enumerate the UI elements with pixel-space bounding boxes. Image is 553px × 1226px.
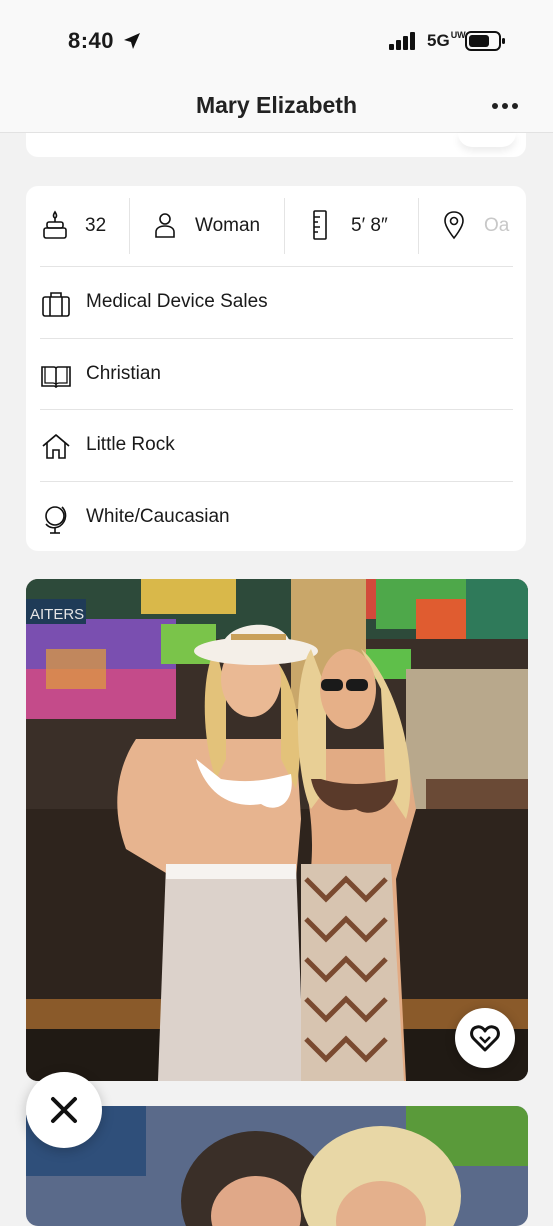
heart-icon: [470, 1025, 500, 1052]
network-label: 5GUW: [427, 30, 466, 51]
battery-icon: [465, 31, 505, 51]
profile-photo[interactable]: AITERS: [26, 579, 528, 1081]
more-options-button[interactable]: [490, 94, 520, 118]
detail-row-job: Medical Device Sales: [26, 267, 526, 337]
cellular-signal-icon: [389, 32, 415, 50]
briefcase-icon: [42, 292, 70, 317]
detail-row-religion: Christian: [26, 339, 526, 409]
photo-illustration: AITERS: [26, 579, 528, 1081]
detail-job-label: Medical Device Sales: [86, 291, 268, 312]
vital-divider: [284, 198, 285, 254]
detail-ethnicity-label: White/Caucasian: [86, 506, 230, 527]
status-bar: 8:40 5GUW: [0, 0, 553, 80]
detail-hometown-label: Little Rock: [86, 434, 175, 455]
previous-card-edge: [26, 133, 526, 157]
person-icon: [155, 213, 175, 238]
ruler-icon: [313, 210, 327, 240]
detail-religion-label: Christian: [86, 363, 161, 384]
vital-age-value: 32: [85, 215, 107, 236]
vital-gender-value: Woman: [195, 215, 261, 236]
close-icon: [51, 1097, 77, 1123]
globe-icon: [45, 506, 67, 534]
sign-text: AITERS: [30, 606, 84, 623]
book-icon: [41, 366, 71, 389]
detail-row-hometown: Little Rock: [26, 410, 526, 480]
skip-button[interactable]: [26, 1072, 102, 1148]
profile-photo-2[interactable]: [26, 1106, 528, 1226]
location-arrow-icon: [124, 33, 140, 49]
home-icon: [42, 434, 70, 459]
vital-divider: [129, 198, 130, 254]
profile-info-card: 32 Woman 5′ 8″ Oa Medical Device Sales C…: [26, 186, 526, 551]
network-superscript: UW: [450, 30, 466, 40]
previous-card-button-edge[interactable]: [458, 133, 516, 147]
vitals-row[interactable]: 32 Woman 5′ 8″ Oa: [26, 186, 526, 266]
vital-height-value: 5′ 8″: [351, 215, 388, 236]
vital-divider: [418, 198, 419, 254]
detail-row-ethnicity: White/Caucasian: [26, 482, 526, 551]
location-pin-icon: [444, 211, 464, 240]
like-photo-button[interactable]: [455, 1008, 515, 1068]
page-title: Mary Elizabeth: [195, 92, 358, 118]
vital-location-value: Oa: [484, 215, 510, 236]
cake-icon: [43, 210, 67, 239]
status-time: 8:40: [68, 28, 115, 53]
profile-header: Mary Elizabeth: [0, 80, 553, 133]
photo-2-illustration: [26, 1106, 528, 1226]
